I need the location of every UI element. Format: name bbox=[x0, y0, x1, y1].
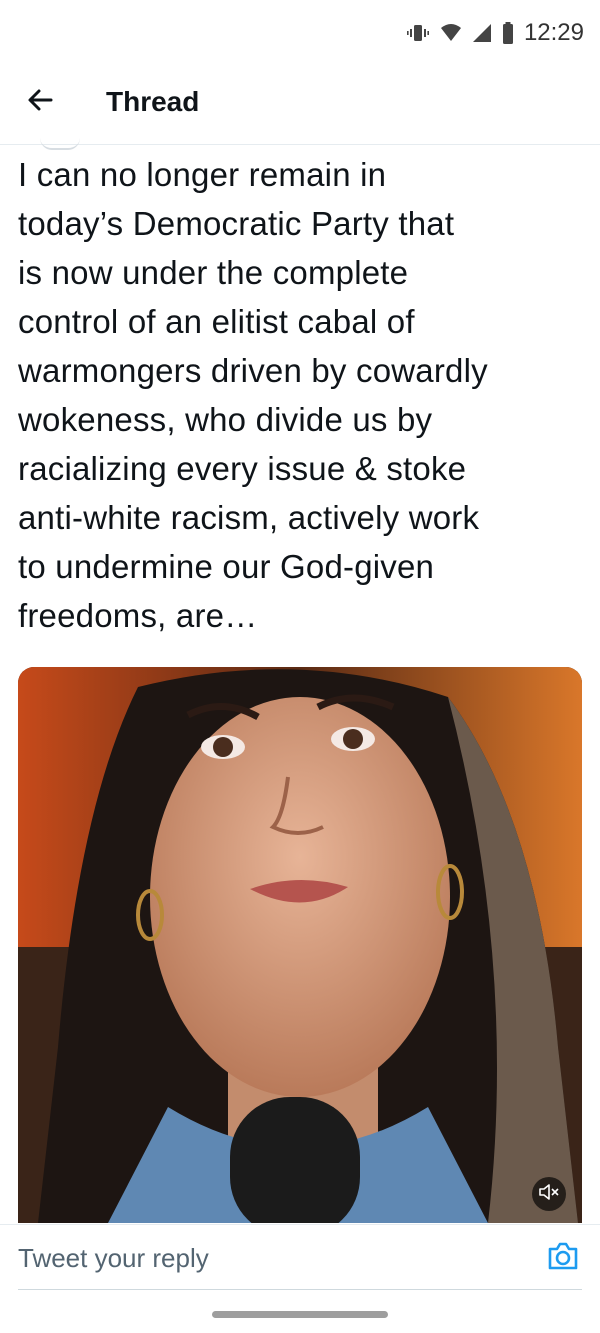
tweet-video[interactable] bbox=[18, 667, 582, 1223]
reply-divider bbox=[18, 1289, 582, 1290]
status-bar: 12:29 bbox=[0, 0, 600, 62]
signal-icon bbox=[472, 23, 492, 43]
reply-bar bbox=[0, 1224, 600, 1291]
arrow-left-icon bbox=[26, 86, 54, 119]
tweet-text: I can no longer remain in today’s Democr… bbox=[18, 156, 488, 634]
wifi-icon bbox=[440, 23, 462, 43]
page-title: Thread bbox=[106, 86, 200, 117]
reply-input[interactable] bbox=[18, 1235, 518, 1281]
battery-icon bbox=[502, 22, 514, 44]
speaker-muted-icon bbox=[538, 1183, 560, 1206]
mute-button[interactable] bbox=[532, 1177, 566, 1211]
avatar-edge bbox=[40, 138, 80, 150]
gesture-navigation-bar[interactable] bbox=[212, 1311, 388, 1318]
video-frame bbox=[18, 667, 582, 1223]
camera-button[interactable] bbox=[546, 1239, 580, 1273]
vibrate-icon bbox=[406, 23, 430, 43]
status-time: 12:29 bbox=[523, 19, 584, 46]
thread-header: Thread bbox=[0, 62, 600, 145]
back-button[interactable] bbox=[18, 80, 62, 124]
camera-icon bbox=[546, 1242, 580, 1277]
status-icons: 12:29 bbox=[406, 18, 584, 48]
